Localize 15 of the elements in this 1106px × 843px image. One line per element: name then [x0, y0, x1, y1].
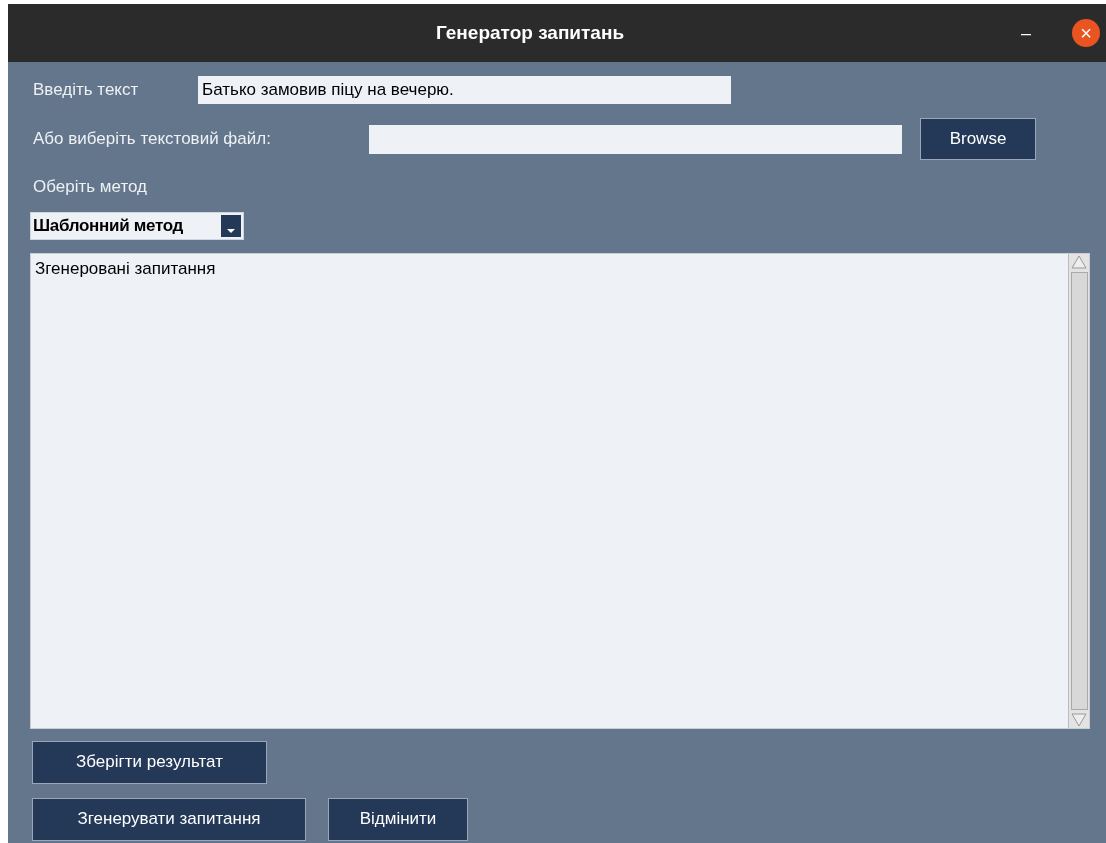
- text-label: Введіть текст: [33, 79, 140, 102]
- output-text-area[interactable]: Згенеровані запитання: [30, 252, 1090, 729]
- generate-button[interactable]: Згенерувати запитання: [32, 797, 306, 841]
- minimize-button[interactable]: –: [1021, 19, 1031, 47]
- file-path-field[interactable]: [369, 124, 902, 154]
- file-label: Або виберіть текстовий файл:: [33, 128, 272, 151]
- text-input-field[interactable]: Батько замовив піцу на вечерю.: [198, 76, 731, 104]
- browse-button[interactable]: Browse: [920, 118, 1036, 160]
- cancel-button[interactable]: Відмінити: [328, 797, 468, 841]
- close-button[interactable]: ×: [1072, 19, 1100, 47]
- window-title: Генератор запитань: [436, 20, 625, 45]
- save-button[interactable]: Зберігти результат: [32, 740, 267, 784]
- method-dropdown[interactable]: Шаблонний метод: [30, 211, 244, 240]
- method-label: Оберіть метод: [33, 176, 147, 198]
- scrollbar[interactable]: [1068, 253, 1089, 728]
